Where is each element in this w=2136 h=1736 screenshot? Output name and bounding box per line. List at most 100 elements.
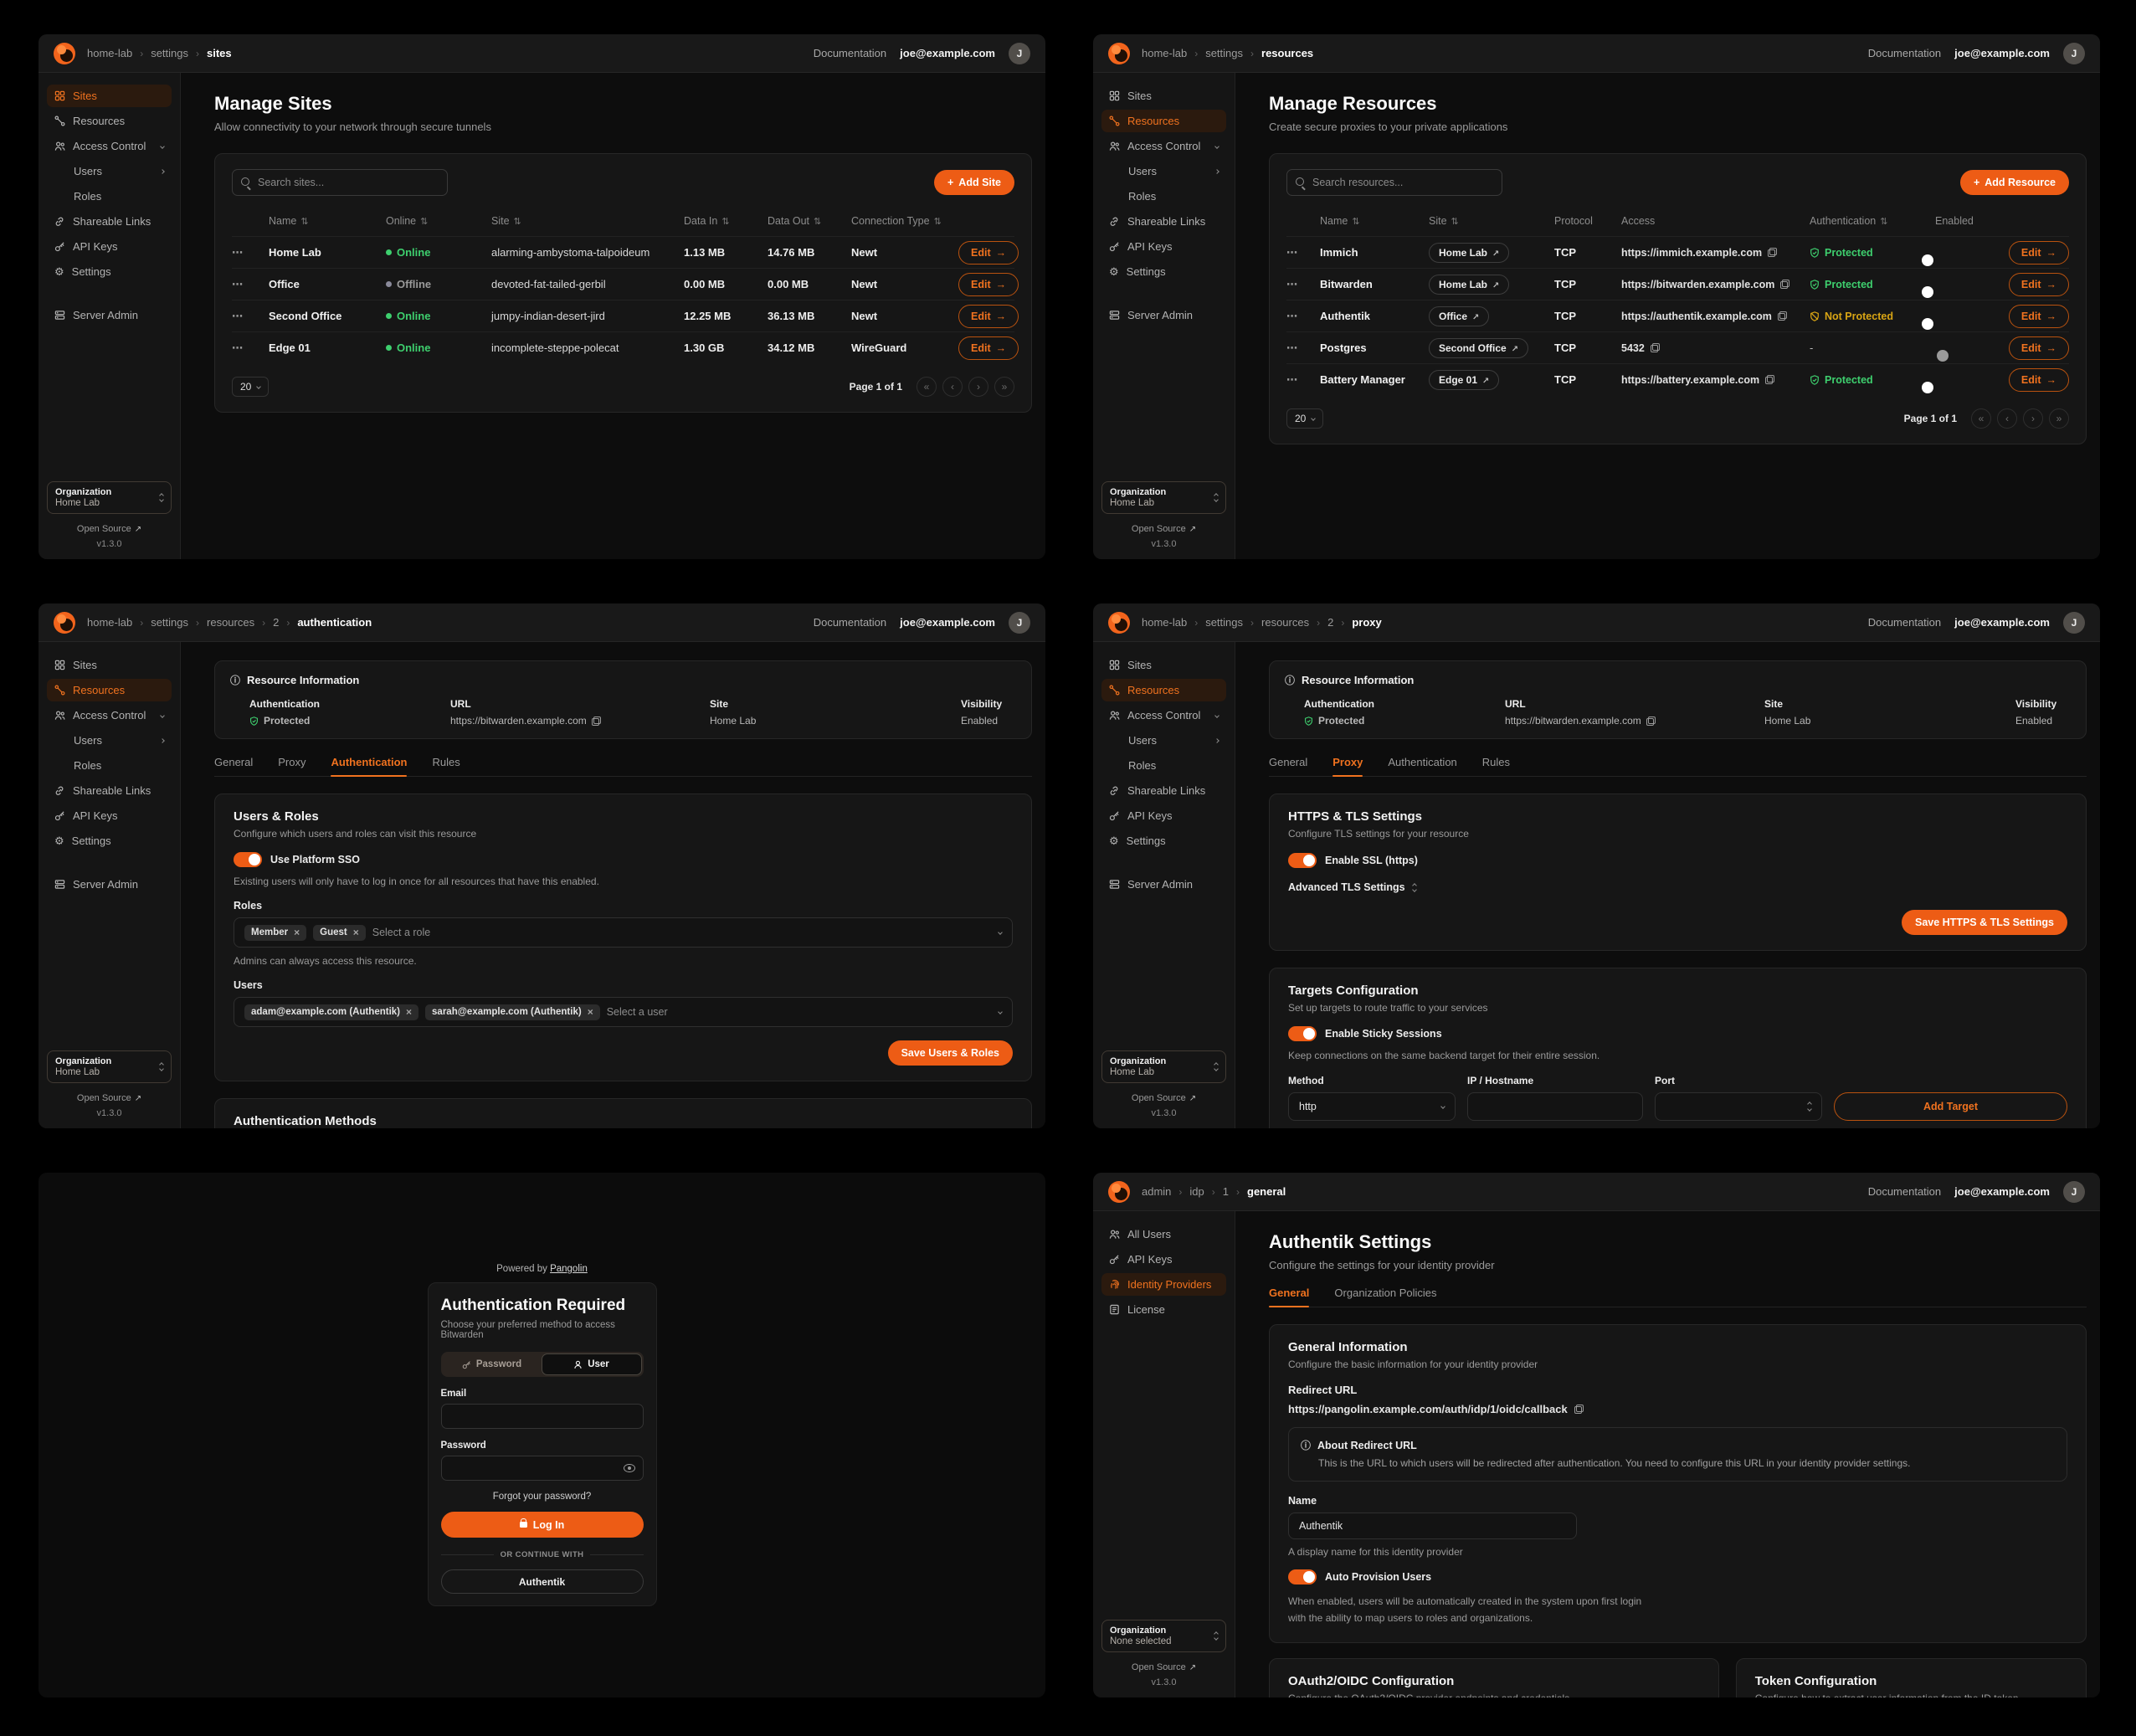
breadcrumb-item[interactable]: home-lab	[1142, 616, 1187, 629]
column-header-site[interactable]: Site	[491, 215, 684, 227]
sidebar-item-sites[interactable]: Sites	[47, 85, 172, 107]
forgot-password-link[interactable]: Forgot your password?	[441, 1492, 644, 1502]
user-email[interactable]: joe@example.com	[1954, 47, 2050, 59]
tab-organization-policies[interactable]: Organization Policies	[1334, 1287, 1436, 1307]
search-input[interactable]	[232, 169, 448, 196]
avatar[interactable]: J	[1009, 612, 1030, 634]
open-source-link[interactable]: Open Source	[77, 524, 141, 534]
copy-icon[interactable]	[592, 716, 601, 726]
password-field[interactable]	[441, 1456, 644, 1481]
sidebar-item-shareable-links[interactable]: Shareable Links	[1101, 779, 1226, 802]
breadcrumb-item[interactable]: 1	[1223, 1185, 1229, 1198]
copy-icon[interactable]	[1646, 716, 1656, 726]
documentation-link[interactable]: Documentation	[814, 616, 886, 629]
save-https-tls-button[interactable]: Save HTTPS & TLS Settings	[1902, 910, 2067, 935]
name-input[interactable]	[1288, 1513, 1577, 1539]
copy-icon[interactable]	[1768, 248, 1777, 257]
open-source-link[interactable]: Open Source	[1132, 1662, 1196, 1672]
edit-button[interactable]: Edit	[2009, 336, 2069, 360]
advanced-tls-settings[interactable]: Advanced TLS Settings	[1288, 881, 2067, 893]
tab-user[interactable]: User	[542, 1353, 642, 1375]
user-email[interactable]: joe@example.com	[1954, 1185, 2050, 1198]
sidebar-item-users[interactable]: Users	[1101, 729, 1226, 752]
sidebar-item-resources[interactable]: Resources	[47, 679, 172, 701]
email-field[interactable]	[441, 1404, 644, 1429]
sidebar-item-identity-providers[interactable]: Identity Providers	[1101, 1273, 1226, 1296]
breadcrumb-item[interactable]: settings	[151, 47, 188, 59]
platform-sso-toggle[interactable]	[234, 852, 262, 867]
edit-button[interactable]: Edit	[958, 273, 1019, 296]
prev-page-button[interactable]: ‹	[942, 377, 963, 397]
sidebar-item-api-keys[interactable]: API Keys	[47, 235, 172, 258]
avatar[interactable]: J	[2063, 1181, 2085, 1203]
eye-icon[interactable]	[624, 1464, 634, 1472]
page-size-select[interactable]: 20	[232, 377, 269, 397]
open-source-link[interactable]: Open Source	[77, 1093, 141, 1103]
prev-page-button[interactable]: ‹	[1997, 408, 2017, 429]
breadcrumb-item[interactable]: idp	[1189, 1185, 1204, 1198]
row-menu-button[interactable]: ⋯	[1286, 342, 1320, 355]
next-page-button[interactable]: ›	[968, 377, 988, 397]
copy-icon[interactable]	[1651, 343, 1660, 352]
page-size-select[interactable]: 20	[1286, 408, 1323, 429]
breadcrumb-item[interactable]: resources	[207, 616, 254, 629]
column-header-authentication[interactable]: Authentication	[1810, 215, 1935, 227]
row-menu-button[interactable]: ⋯	[1286, 373, 1320, 387]
search-input[interactable]	[1286, 169, 1502, 196]
remove-icon[interactable]	[353, 927, 359, 938]
avatar[interactable]: J	[1009, 43, 1030, 64]
row-menu-button[interactable]: ⋯	[1286, 278, 1320, 291]
save-users-roles-button[interactable]: Save Users & Roles	[888, 1040, 1013, 1066]
remove-icon[interactable]	[406, 1007, 412, 1018]
breadcrumb-item[interactable]: admin	[1142, 1185, 1171, 1198]
organization-selector[interactable]: OrganizationHome Lab	[1101, 1050, 1226, 1083]
sidebar-item-users[interactable]: Users	[47, 729, 172, 752]
tab-general[interactable]: General	[1269, 1287, 1309, 1307]
user-email[interactable]: joe@example.com	[1954, 616, 2050, 629]
breadcrumb-item[interactable]: 2	[1327, 616, 1333, 629]
tab-general[interactable]: General	[214, 756, 253, 776]
last-page-button[interactable]: »	[2049, 408, 2069, 429]
breadcrumb-item[interactable]: settings	[151, 616, 188, 629]
row-menu-button[interactable]: ⋯	[1286, 246, 1320, 259]
edit-button[interactable]: Edit	[958, 336, 1019, 360]
tab-rules[interactable]: Rules	[1482, 756, 1510, 776]
site-link[interactable]: Office	[1429, 306, 1489, 326]
roles-select[interactable]: Member Guest Select a role	[234, 917, 1013, 948]
tab-password[interactable]: Password	[443, 1353, 542, 1375]
breadcrumb-item[interactable]: resources	[1261, 47, 1313, 59]
organization-selector[interactable]: OrganizationHome Lab	[47, 481, 172, 514]
sidebar-item-users[interactable]: Users	[1101, 160, 1226, 182]
sidebar-item-shareable-links[interactable]: Shareable Links	[47, 779, 172, 802]
column-header-data-out[interactable]: Data Out	[768, 215, 851, 227]
user-chip[interactable]: sarah@example.com (Authentik)	[425, 1004, 600, 1020]
next-page-button[interactable]: ›	[2023, 408, 2043, 429]
tab-authentication[interactable]: Authentication	[331, 756, 407, 776]
row-menu-button[interactable]: ⋯	[232, 310, 269, 323]
first-page-button[interactable]: «	[917, 377, 937, 397]
column-header-type[interactable]: Connection Type	[851, 215, 958, 227]
documentation-link[interactable]: Documentation	[1868, 1185, 1941, 1198]
sidebar-item-access-control[interactable]: Access Control	[1101, 135, 1226, 157]
sidebar-item-all-users[interactable]: All Users	[1101, 1223, 1226, 1246]
user-chip[interactable]: adam@example.com (Authentik)	[244, 1004, 418, 1020]
tab-proxy[interactable]: Proxy	[1332, 756, 1363, 776]
copy-icon[interactable]	[1574, 1405, 1584, 1414]
authentik-sso-button[interactable]: Authentik	[441, 1569, 644, 1594]
breadcrumb-item[interactable]: home-lab	[87, 47, 132, 59]
sidebar-item-server-admin[interactable]: Server Admin	[1101, 304, 1226, 326]
sidebar-item-settings[interactable]: ⚙Settings	[1101, 829, 1226, 852]
breadcrumb-item[interactable]: general	[1247, 1185, 1286, 1198]
edit-button[interactable]: Edit	[2009, 273, 2069, 296]
enable-ssl-toggle[interactable]	[1288, 853, 1317, 868]
add-site-button[interactable]: Add Site	[934, 170, 1014, 195]
row-menu-button[interactable]: ⋯	[232, 246, 269, 259]
sidebar-item-resources[interactable]: Resources	[47, 110, 172, 132]
sidebar-item-license[interactable]: License	[1101, 1298, 1226, 1321]
sidebar-item-settings[interactable]: ⚙Settings	[47, 829, 172, 852]
sidebar-item-resources[interactable]: Resources	[1101, 110, 1226, 132]
sidebar-item-shareable-links[interactable]: Shareable Links	[47, 210, 172, 233]
edit-button[interactable]: Edit	[958, 241, 1019, 265]
column-header-data-in[interactable]: Data In	[684, 215, 768, 227]
sidebar-item-server-admin[interactable]: Server Admin	[47, 304, 172, 326]
